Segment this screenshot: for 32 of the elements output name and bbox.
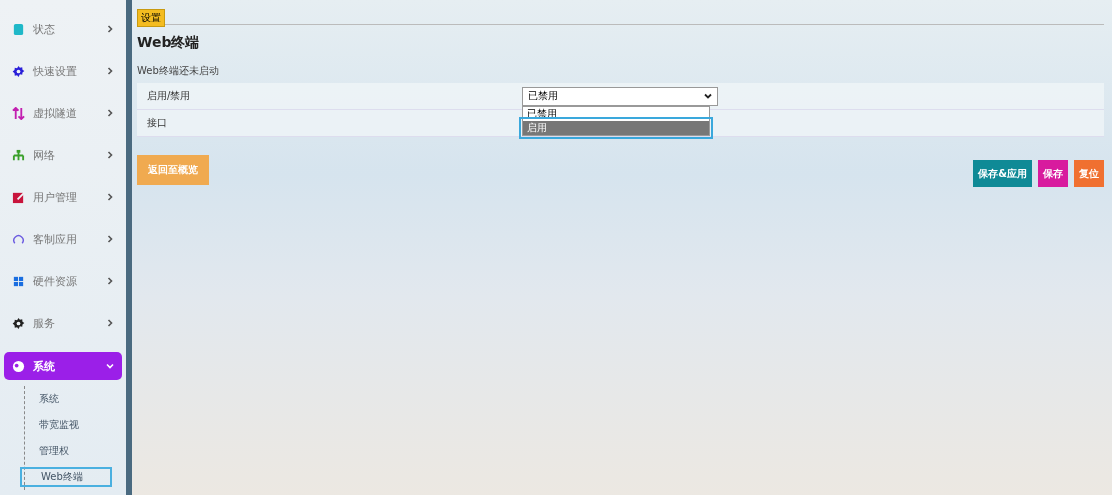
action-button[interactable]: 复位	[1074, 160, 1104, 187]
chevron-icon	[106, 67, 114, 75]
chevron-icon	[106, 362, 114, 370]
field-label: 接口	[147, 116, 168, 130]
action-button[interactable]: 保存&应用	[973, 160, 1032, 187]
field-label: 启用/禁用	[147, 89, 192, 103]
sidebar-item[interactable]: 客制应用	[4, 218, 122, 260]
sidebar-item[interactable]: 快速设置	[4, 50, 122, 92]
submenu-item[interactable]: Web终端	[17, 464, 115, 490]
chevron-icon	[106, 25, 114, 33]
chevron-icon	[106, 319, 114, 327]
page-title: Web终端	[137, 34, 201, 52]
caret-icon	[704, 92, 712, 100]
submenu-item[interactable]: 带宽监视	[25, 412, 119, 438]
action-button[interactable]: 保存	[1038, 160, 1068, 187]
chevron-icon	[106, 235, 114, 243]
sidebar-item[interactable]: 网络	[4, 134, 122, 176]
tab[interactable]: 设置	[137, 9, 165, 27]
sidebar-item[interactable]: 服务	[4, 302, 122, 344]
chevron-icon	[106, 109, 114, 117]
sidebar-item[interactable]: 用户管理	[4, 176, 122, 218]
chevron-icon	[106, 277, 114, 285]
sidebar-item[interactable]: 虚拟隧道	[4, 92, 122, 134]
chevron-icon	[106, 193, 114, 201]
sidebar-item[interactable]: 硬件资源	[4, 260, 122, 302]
select-field[interactable]: 已禁用	[522, 86, 718, 106]
submenu-item[interactable]: 系统	[25, 386, 119, 412]
sidebar-item[interactable]: 状态	[4, 8, 122, 50]
chevron-icon	[106, 151, 114, 159]
status-text: Web终端还未启动	[137, 64, 220, 78]
sidebar-item[interactable]: 系统	[4, 352, 122, 380]
submenu-item[interactable]: 管理权	[25, 438, 119, 464]
